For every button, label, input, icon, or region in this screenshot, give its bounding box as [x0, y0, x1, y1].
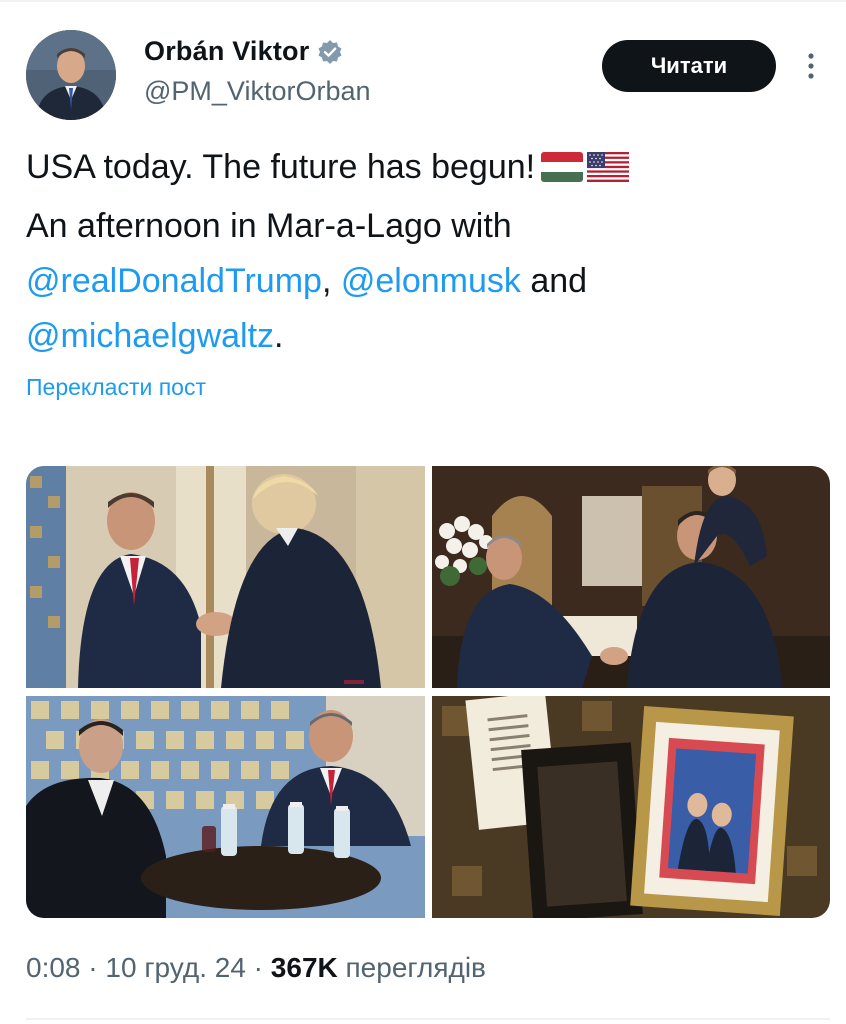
- usa-flag-icon: [587, 144, 630, 199]
- bottom-divider: [26, 1018, 830, 1020]
- photo-framed-pictures[interactable]: [432, 696, 830, 918]
- translate-post-link[interactable]: Перекласти пост: [26, 374, 206, 401]
- author-avatar[interactable]: [26, 30, 116, 120]
- tweet-line-1: USA today. The future has begun!: [26, 148, 536, 186]
- verified-badge-icon: [317, 39, 343, 65]
- photo-meeting-at-table[interactable]: [26, 696, 425, 918]
- photo-handshake-interior[interactable]: [432, 466, 830, 688]
- top-divider: [0, 0, 846, 2]
- vertical-ellipsis-icon[interactable]: [800, 50, 822, 82]
- follow-button[interactable]: Читати: [602, 40, 776, 92]
- media-grid: [26, 466, 830, 918]
- meta-separator: ·: [80, 952, 106, 983]
- tweet-word-and: and: [530, 262, 588, 300]
- tweet-text: USA today. The future has begun! An afte…: [26, 140, 816, 364]
- views-label: переглядів: [345, 952, 486, 983]
- author-handle[interactable]: @PM_ViktorOrban: [144, 76, 371, 107]
- tweet-period: .: [274, 317, 284, 355]
- post-meta: 0:08 · 10 груд. 24 · 367K переглядів: [26, 952, 486, 984]
- hungary-flag-icon: [541, 144, 584, 199]
- mention-michaelgwaltz[interactable]: @michaelgwaltz: [26, 317, 274, 355]
- views-count[interactable]: 367K: [271, 952, 338, 984]
- meta-separator: ·: [245, 952, 271, 983]
- author-display-name[interactable]: Orbán Viktor: [144, 36, 309, 67]
- tweet-line-2: An afternoon in Mar-a-Lago with: [26, 207, 512, 245]
- photo-handshake-orban-trump[interactable]: [26, 466, 425, 688]
- tweet-comma: ,: [321, 262, 332, 300]
- mention-realdonaldtrump[interactable]: @realDonaldTrump: [26, 262, 322, 300]
- post-date[interactable]: 10 груд. 24: [105, 952, 246, 984]
- post-time[interactable]: 0:08: [26, 952, 81, 984]
- mention-elonmusk[interactable]: @elonmusk: [341, 262, 521, 300]
